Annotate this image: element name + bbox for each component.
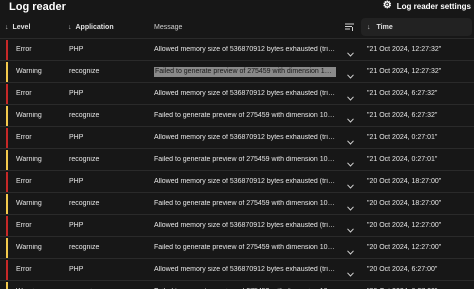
table-row[interactable]: Error PHP Allowed memory size of 536870912… [0,38,474,60]
settings-label: Log reader settings [396,1,471,11]
severity-stripe [6,260,8,280]
severity-stripe [6,172,8,192]
severity-stripe [6,62,8,82]
log-message: Failed to generate preview of 275459 wit… [154,112,336,119]
chevron-down-icon[interactable] [346,94,354,102]
chevron-down-icon[interactable] [346,204,354,212]
column-application-sort[interactable]: ↓ Application [68,17,114,37]
log-message: Allowed memory size of 536870912 bytes e… [154,266,336,273]
log-application: recognize [69,244,100,251]
severity-stripe [6,84,8,104]
column-time-label: Time [376,23,393,31]
log-message: Allowed memory size of 536870912 bytes e… [154,46,336,53]
log-message: Failed to generate preview of 275459 wit… [154,244,336,251]
log-level: Warning [16,112,42,119]
log-time: "21 Oct 2024, 12:27:32" [367,68,442,75]
log-level: Error [16,222,32,229]
log-time: "21 Oct 2024, 6:27:32" [367,112,438,119]
log-message: Allowed memory size of 536870912 bytes e… [154,90,336,97]
table-row[interactable]: Warning recognize Failed to generate previ… [0,60,474,82]
log-level: Error [16,46,32,53]
log-application: PHP [69,134,84,141]
table-row[interactable]: Error PHP Allowed memory size of 536870912… [0,258,474,280]
log-time: "20 Oct 2024, 12:27:00" [367,244,442,251]
log-time: "21 Oct 2024, 0:27:01" [367,156,438,163]
severity-stripe [6,238,8,258]
log-time: "20 Oct 2024, 6:27:00" [367,266,438,273]
table-row[interactable]: Warning recognize Failed to generate previ… [0,192,474,214]
chevron-down-icon[interactable] [346,182,354,190]
log-application: recognize [69,68,100,75]
log-message: Failed to generate preview of 275459 wit… [154,156,336,163]
log-time: "20 Oct 2024, 12:27:00" [367,222,442,229]
log-level: Error [16,178,32,185]
column-time-sort[interactable]: ↓ Time [361,18,472,36]
log-application: PHP [69,178,84,185]
gear-icon: ⚙ [382,0,392,11]
log-message: Allowed memory size of 536870912 bytes e… [154,134,336,141]
severity-stripe [6,128,8,148]
filter-list-icon[interactable] [342,17,356,37]
severity-stripe [6,150,8,170]
log-message: Allowed memory size of 536870912 bytes e… [154,222,336,229]
page-title: Log reader [9,1,66,13]
log-application: PHP [69,90,84,97]
log-level: Error [16,134,32,141]
severity-stripe [6,194,8,214]
chevron-down-icon[interactable] [346,270,354,278]
app-header: Log reader ⚙ Log reader settings [0,0,474,15]
log-application: PHP [69,266,84,273]
sort-arrow-icon: ↓ [5,23,9,31]
log-application: recognize [69,156,100,163]
sort-arrow-icon: ↓ [68,23,72,31]
log-time: "21 Oct 2024, 12:27:32" [367,46,442,53]
log-application: recognize [69,112,100,119]
log-message: Failed to generate preview of 275459 wit… [154,200,336,207]
table-row[interactable]: Error PHP Allowed memory size of 536870912… [0,170,474,192]
table-row[interactable]: Warning recognize Failed to generate previ… [0,148,474,170]
table-row[interactable]: Error PHP Allowed memory size of 536870912… [0,126,474,148]
column-application-label: Application [75,23,114,31]
chevron-down-icon[interactable] [346,116,354,124]
chevron-down-icon[interactable] [346,138,354,146]
log-message: Failed to generate preview of 275459 wit… [154,67,336,77]
log-reader-settings-button[interactable]: ⚙ Log reader settings [383,1,471,11]
table-row[interactable]: Error PHP Allowed memory size of 536870912… [0,82,474,104]
log-application: PHP [69,46,84,53]
log-message: Allowed memory size of 536870912 bytes e… [154,178,336,185]
log-level: Warning [16,200,42,207]
log-application: PHP [69,222,84,229]
severity-stripe [6,106,8,126]
log-application: recognize [69,200,100,207]
log-level: Warning [16,156,42,163]
table-row[interactable]: Warning recognize Failed to generate previ… [0,104,474,126]
chevron-down-icon[interactable] [346,160,354,168]
severity-stripe [6,282,8,289]
log-level: Warning [16,244,42,251]
table-header: ↓ Level ↓ Application Message ↓ Time [0,17,474,37]
log-time: "21 Oct 2024, 0:27:01" [367,134,438,141]
log-time: "21 Oct 2024, 6:27:32" [367,90,438,97]
log-level: Warning [16,68,42,75]
table-row[interactable]: WarningrecognizeFailed to generate previ… [0,280,474,289]
severity-stripe [6,40,8,60]
chevron-down-icon[interactable] [346,72,354,80]
sort-arrow-icon: ↓ [367,23,371,31]
column-level-sort[interactable]: ↓ Level [5,17,30,37]
table-row[interactable]: Error PHP Allowed memory size of 536870912… [0,214,474,236]
log-level: Error [16,90,32,97]
column-message-label: Message [154,23,183,31]
column-level-label: Level [12,23,31,31]
chevron-down-icon[interactable] [346,226,354,234]
chevron-down-icon[interactable] [346,248,354,256]
log-time: "20 Oct 2024, 18:27:00" [367,200,442,207]
severity-stripe [6,216,8,236]
log-time: "20 Oct 2024, 18:27:00" [367,178,442,185]
chevron-down-icon[interactable] [346,50,354,58]
table-row[interactable]: Warning recognize Failed to generate previ… [0,236,474,258]
log-level: Error [16,266,32,273]
